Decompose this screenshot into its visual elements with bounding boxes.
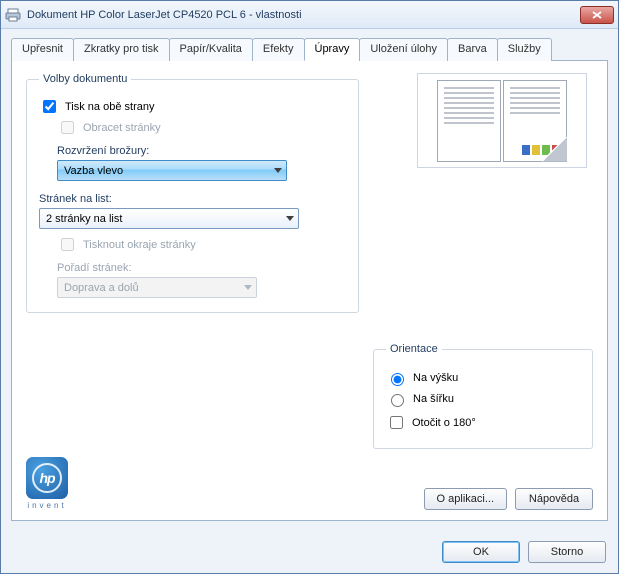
print-borders-input bbox=[61, 238, 74, 251]
flip-pages-input bbox=[61, 121, 74, 134]
hp-invent-text: invent bbox=[26, 501, 68, 510]
close-button[interactable] bbox=[580, 6, 614, 24]
page-preview bbox=[417, 73, 587, 168]
tab-efekty[interactable]: Efekty bbox=[252, 38, 305, 61]
print-borders-label: Tisknout okraje stránky bbox=[83, 239, 196, 251]
portrait-label: Na výšku bbox=[413, 372, 458, 384]
landscape-input[interactable] bbox=[391, 394, 404, 407]
help-button[interactable]: Nápověda bbox=[515, 488, 593, 510]
print-both-sides-input[interactable] bbox=[43, 100, 56, 113]
chevron-down-icon bbox=[244, 285, 252, 290]
booklet-layout-combo[interactable]: Vazba vlevo bbox=[57, 160, 287, 181]
landscape-label: Na šířku bbox=[413, 393, 454, 405]
window-title: Dokument HP Color LaserJet CP4520 PCL 6 … bbox=[27, 9, 580, 21]
content-area: Upřesnit Zkratky pro tisk Papír/Kvalita … bbox=[1, 29, 618, 531]
orientation-group: Orientace Na výšku Na šířku Otočit o 180… bbox=[373, 343, 593, 449]
orientation-landscape-radio[interactable]: Na šířku bbox=[386, 391, 580, 407]
printer-properties-window: Dokument HP Color LaserJet CP4520 PCL 6 … bbox=[0, 0, 619, 574]
document-options-group: Volby dokumentu Tisk na obě strany Obrac… bbox=[26, 73, 359, 313]
tab-zkratky[interactable]: Zkratky pro tisk bbox=[73, 38, 170, 61]
print-both-sides-checkbox[interactable]: Tisk na obě strany bbox=[39, 97, 346, 116]
page-order-combo: Doprava a dolů bbox=[57, 277, 257, 298]
portrait-input[interactable] bbox=[391, 373, 404, 386]
orientation-portrait-radio[interactable]: Na výšku bbox=[386, 370, 580, 386]
ok-button[interactable]: OK bbox=[442, 541, 520, 563]
tab-papir-kvalita[interactable]: Papír/Kvalita bbox=[169, 38, 253, 61]
chevron-down-icon bbox=[274, 168, 282, 173]
rotate-180-label: Otočit o 180° bbox=[412, 417, 476, 429]
page-order-value: Doprava a dolů bbox=[64, 282, 139, 294]
preview-page-left bbox=[437, 80, 501, 162]
print-borders-checkbox: Tisknout okraje stránky bbox=[57, 235, 346, 254]
tab-upresnit[interactable]: Upřesnit bbox=[11, 38, 74, 61]
tab-ulozeni-ulohy[interactable]: Uložení úlohy bbox=[359, 38, 448, 61]
rotate-180-input[interactable] bbox=[390, 416, 403, 429]
page-order-label: Pořadí stránek: bbox=[57, 262, 346, 274]
dialog-button-bar: OK Storno bbox=[1, 531, 618, 573]
booklet-layout-label: Rozvržení brožury: bbox=[57, 145, 346, 157]
tab-upravy[interactable]: Úpravy bbox=[304, 38, 361, 61]
close-icon bbox=[592, 11, 602, 19]
preview-page-right bbox=[503, 80, 567, 162]
flip-pages-label: Obracet stránky bbox=[83, 122, 161, 134]
pages-per-sheet-combo[interactable]: 2 stránky na list bbox=[39, 208, 299, 229]
pages-per-sheet-value: 2 stránky na list bbox=[46, 213, 122, 225]
printer-icon bbox=[5, 7, 21, 23]
hp-logo-block: hp invent bbox=[26, 457, 68, 510]
flip-pages-checkbox: Obracet stránky bbox=[57, 118, 346, 137]
tab-sluzby[interactable]: Služby bbox=[497, 38, 552, 61]
rotate-180-checkbox[interactable]: Otočit o 180° bbox=[386, 413, 580, 432]
orientation-legend: Orientace bbox=[386, 343, 442, 355]
print-both-sides-label: Tisk na obě strany bbox=[65, 101, 154, 113]
document-options-legend: Volby dokumentu bbox=[39, 73, 131, 85]
titlebar: Dokument HP Color LaserJet CP4520 PCL 6 … bbox=[1, 1, 618, 29]
tabstrip: Upřesnit Zkratky pro tisk Papír/Kvalita … bbox=[11, 37, 608, 61]
about-button[interactable]: O aplikaci... bbox=[424, 488, 507, 510]
chevron-down-icon bbox=[286, 216, 294, 221]
cancel-button[interactable]: Storno bbox=[528, 541, 606, 563]
pages-per-sheet-label: Stránek na list: bbox=[39, 193, 346, 205]
tab-panel: Volby dokumentu Tisk na obě strany Obrac… bbox=[11, 61, 608, 521]
booklet-layout-value: Vazba vlevo bbox=[64, 165, 123, 177]
tab-barva[interactable]: Barva bbox=[447, 38, 498, 61]
hp-logo-icon: hp bbox=[26, 457, 68, 499]
panel-footer: hp invent O aplikaci... Nápověda bbox=[26, 457, 593, 510]
